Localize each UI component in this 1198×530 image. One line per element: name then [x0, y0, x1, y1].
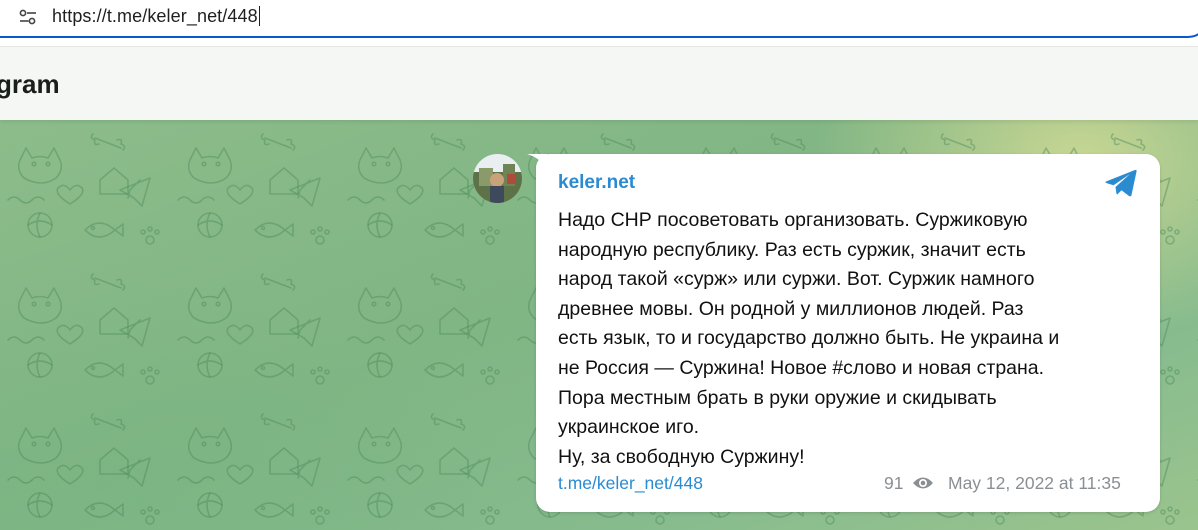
message-line: не Россия — Суржина! Новое #слово и нова…: [558, 356, 1045, 379]
message-line: украинское иго.: [558, 416, 700, 439]
post-link[interactable]: t.me/keler_net/448: [558, 473, 703, 494]
avatar-photo: [473, 154, 522, 203]
header-title: gram: [0, 69, 60, 99]
view-count: 91: [884, 473, 904, 493]
message-line: народ такой «сурж» или суржи. Вот. Суржи…: [558, 268, 1035, 291]
telegram-logo-icon[interactable]: [1104, 168, 1138, 198]
message-line: Пора местным брать в руки оружие и скиды…: [558, 386, 997, 409]
text-caret: [258, 6, 260, 26]
message-line: Ну, за свободную Суржину!: [558, 445, 805, 468]
channel-name-link[interactable]: keler.net: [558, 172, 635, 194]
url-text: https://t.me/keler_net/448: [52, 6, 258, 26]
post-date[interactable]: May 12, 2022 at 11:35: [948, 473, 1121, 494]
message-bubble: keler.net Надо СНР посоветовать организо…: [527, 154, 1160, 512]
telegram-header: gram: [0, 46, 1198, 120]
message-line: Надо СНР посоветовать организовать. Сурж…: [558, 209, 1028, 231]
tune-icon[interactable]: [18, 8, 38, 26]
url-input[interactable]: https://t.me/keler_net/448: [52, 6, 260, 27]
bubble-tail: [527, 154, 547, 170]
eye-icon: [913, 477, 933, 489]
browser-toolbar: https://t.me/keler_net/448: [0, 0, 1198, 46]
message-line: есть язык, то и государство должно быть.…: [558, 327, 1060, 350]
message-text: Надо СНР посоветовать организовать. Сурж…: [558, 206, 1148, 472]
channel-avatar[interactable]: [473, 154, 522, 203]
message-line: древнее мовы. Он родной у миллионов люде…: [558, 297, 1024, 320]
message-line: народную республику. Раз есть суржик, зн…: [558, 238, 1026, 261]
